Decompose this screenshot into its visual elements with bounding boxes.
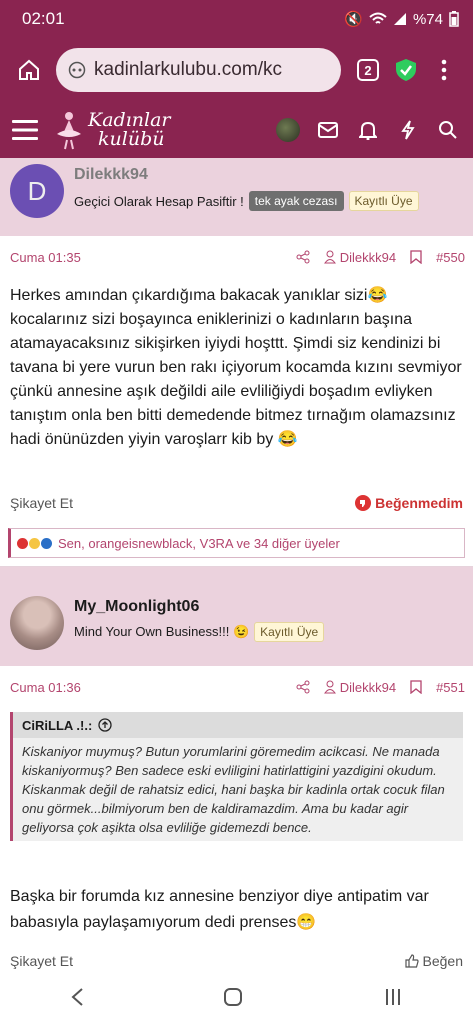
post-actions: Şikayet Et Beğen <box>0 950 473 972</box>
browser-toolbar: kadinlarkulubu.com/kc 2 <box>0 38 473 102</box>
status-time: 02:01 <box>22 9 65 28</box>
post-body: Cuma 01:35 Dilekkk94 #550 Herkes amından… <box>0 236 473 566</box>
bell-icon[interactable] <box>353 115 383 145</box>
post-message: Herkes amından çıkardığıma bakacak yanık… <box>10 287 462 448</box>
quote-text: Kiskaniyor muymuş? Butun yorumlarini gör… <box>22 744 445 835</box>
hamburger-menu-icon[interactable] <box>10 115 40 145</box>
wifi-icon <box>369 12 387 24</box>
post-meta: Cuma 01:36 Dilekkk94 #551 <box>0 676 473 698</box>
tab-count: 2 <box>357 59 379 81</box>
post-number[interactable]: #550 <box>436 250 465 265</box>
battery-icon <box>449 11 459 27</box>
back-icon[interactable] <box>70 987 84 1007</box>
post-body: Cuma 01:36 Dilekkk94 #551 CiRiLLA .!.: K… <box>0 666 473 970</box>
report-link[interactable]: Şikayet Et <box>10 953 73 969</box>
dislike-icon <box>355 495 372 511</box>
logo-line-2: kulübü <box>98 128 165 150</box>
quote-header[interactable]: CiRiLLA .!.: <box>13 712 463 738</box>
user-avatar[interactable] <box>273 115 303 145</box>
post-actions: Şikayet Et Beğenmedim <box>0 492 473 514</box>
dislike-label: Beğenmedim <box>375 495 463 511</box>
post-author: Dilekkk94 <box>339 249 397 265</box>
reaction-icons <box>17 537 52 549</box>
post-author-link[interactable]: Dilekkk94 <box>323 679 397 695</box>
recents-icon[interactable] <box>383 988 403 1006</box>
inbox-icon[interactable] <box>313 115 343 145</box>
post-user-block: D Dilekkk94 Geçici Olarak Hesap Pasiftir… <box>0 158 473 236</box>
thumbs-up-icon <box>404 954 419 968</box>
url-text: kadinlarkulubu.com/kc <box>94 59 282 80</box>
home-button-icon[interactable] <box>223 987 243 1007</box>
share-icon[interactable] <box>296 250 310 264</box>
post-meta: Cuma 01:35 Dilekkk94 #550 <box>0 246 473 268</box>
mute-icon: 🔇 <box>344 11 363 28</box>
report-link[interactable]: Şikayet Et <box>10 495 73 511</box>
username[interactable]: Dilekkk94 <box>74 166 148 184</box>
reactions-bar[interactable]: Sen, orangeisnewblack, V3RA ve 34 diğer … <box>8 528 465 558</box>
user-title-row: Mind Your Own Business!!! 😉 Kayıtlı Üye <box>74 622 325 642</box>
status-bar: 02:01 🔇 %74 <box>0 0 473 38</box>
signal-icon <box>393 13 406 25</box>
username[interactable]: My_Moonlight06 <box>74 598 199 616</box>
post-message: Başka bir forumda kız annesine benziyor … <box>10 888 429 931</box>
arrow-up-icon[interactable] <box>98 718 112 732</box>
home-icon[interactable] <box>10 51 48 89</box>
quote-author: CiRiLLA .!.: <box>22 717 93 733</box>
post-user-block: My_Moonlight06 Mind Your Own Business!!!… <box>0 584 473 666</box>
shield-icon[interactable] <box>387 51 425 89</box>
post-number[interactable]: #551 <box>436 680 465 695</box>
user-title: Geçici Olarak Hesap Pasiftir ! <box>74 193 244 209</box>
system-nav-bar <box>0 970 473 1024</box>
search-icon[interactable] <box>433 115 463 145</box>
tabs-button[interactable]: 2 <box>349 51 387 89</box>
like-button[interactable]: Beğen <box>404 953 463 969</box>
member-badge: Kayıtlı Üye <box>348 191 419 211</box>
more-menu-icon[interactable] <box>425 51 463 89</box>
site-info-icon[interactable] <box>68 61 86 79</box>
share-icon[interactable] <box>296 680 310 694</box>
post-author: Dilekkk94 <box>339 679 397 695</box>
user-icon <box>323 250 336 264</box>
dislike-button[interactable]: Beğenmedim <box>355 495 463 511</box>
bolt-icon[interactable] <box>393 115 423 145</box>
quote-block: CiRiLLA .!.: Kiskaniyor muymuş? Butun yo… <box>10 712 463 841</box>
bookmark-icon[interactable] <box>410 680 422 694</box>
bookmark-icon[interactable] <box>410 250 422 264</box>
avatar[interactable] <box>10 596 64 650</box>
post-author-link[interactable]: Dilekkk94 <box>323 249 397 265</box>
site-logo[interactable]: Kadınlar kulübü <box>54 110 273 150</box>
ban-badge: tek ayak cezası <box>248 191 344 211</box>
like-label: Beğen <box>422 953 463 969</box>
reactions-summary: Sen, orangeisnewblack, V3RA ve 34 diğer … <box>58 535 340 551</box>
post-date[interactable]: Cuma 01:35 <box>10 250 296 265</box>
user-title-row: Geçici Olarak Hesap Pasiftir ! tek ayak … <box>74 191 419 211</box>
site-header: Kadınlar kulübü <box>0 102 473 158</box>
post-date[interactable]: Cuma 01:36 <box>10 680 296 695</box>
address-bar[interactable]: kadinlarkulubu.com/kc <box>56 48 341 92</box>
member-badge: Kayıtlı Üye <box>254 622 325 642</box>
avatar[interactable]: D <box>10 164 64 218</box>
user-title: Mind Your Own Business!!! 😉 <box>74 624 250 639</box>
battery-level: %74 <box>412 10 443 28</box>
ballerina-logo-icon <box>57 112 81 150</box>
user-icon <box>323 680 336 694</box>
